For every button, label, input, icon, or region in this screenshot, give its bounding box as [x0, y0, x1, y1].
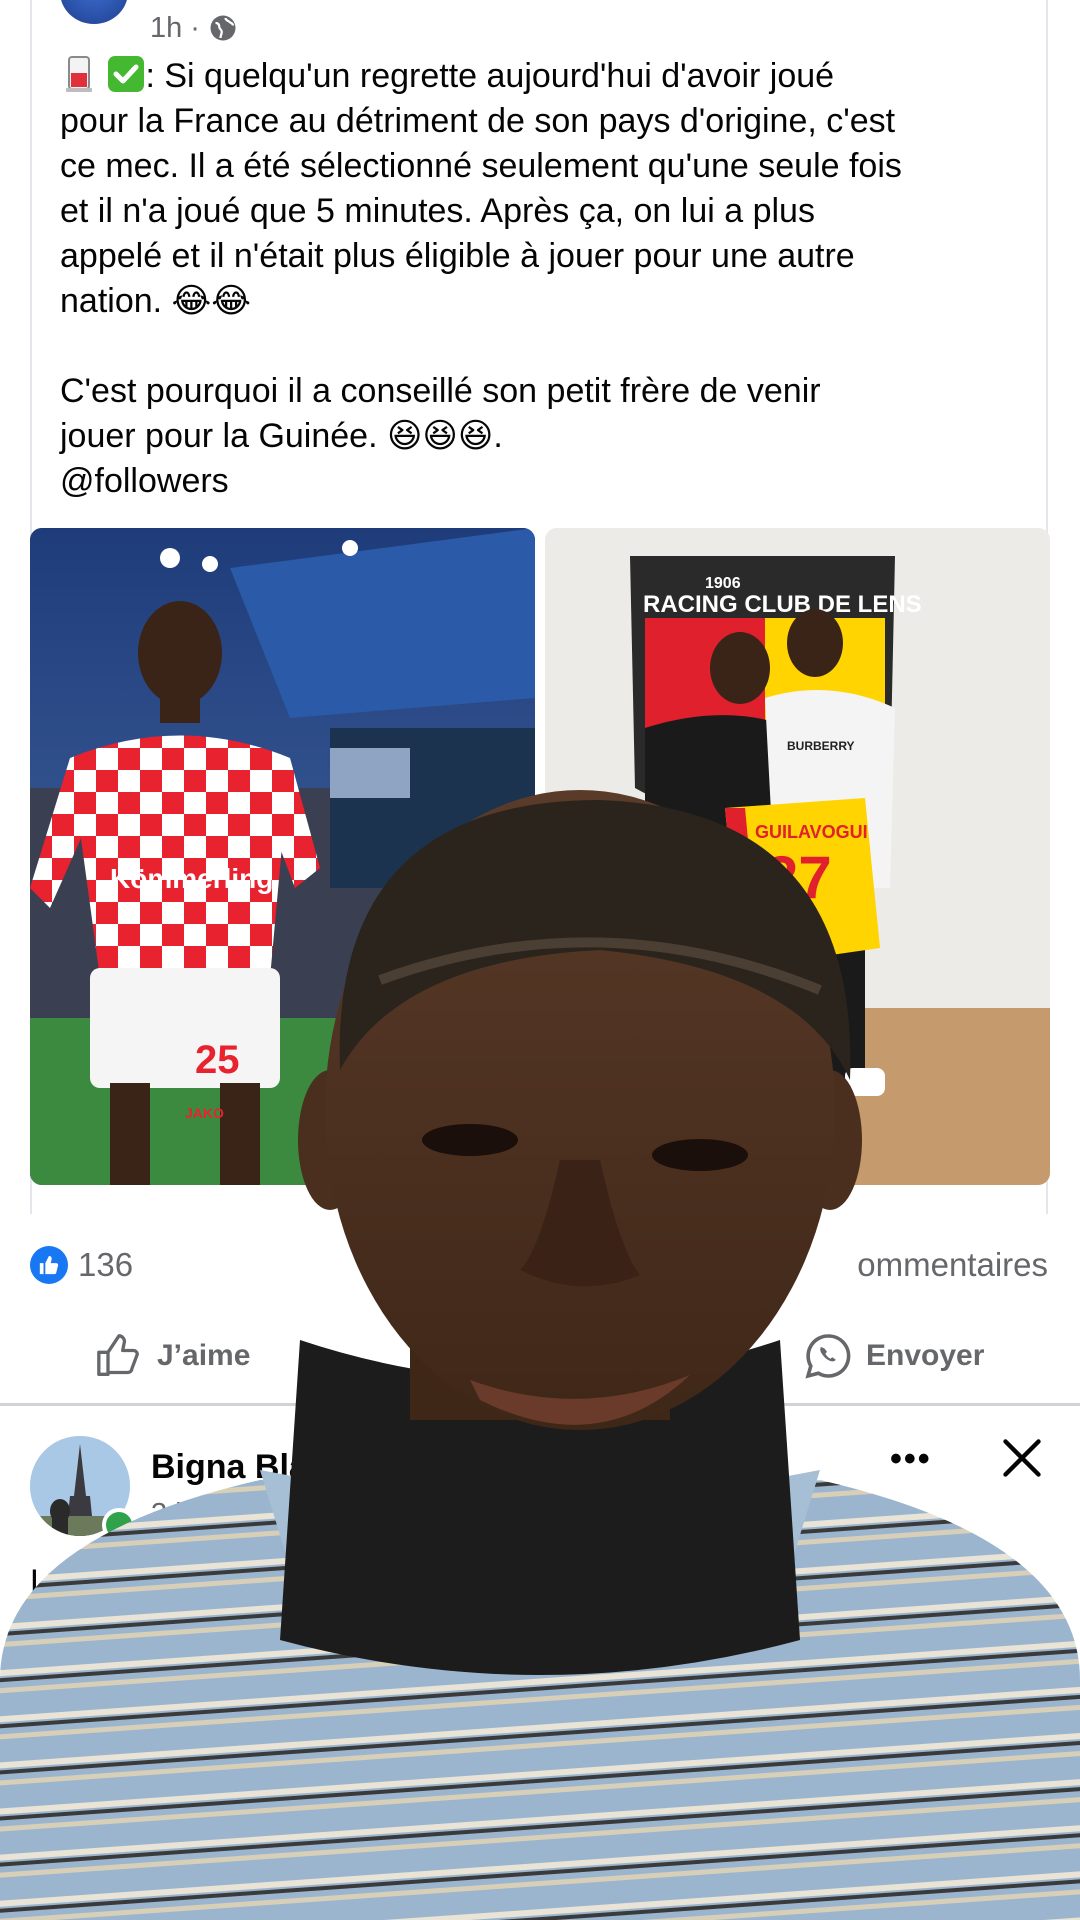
- online-status-dot: [102, 1508, 136, 1542]
- post-time[interactable]: 1h: [150, 12, 182, 45]
- check-mark-emoji-icon: [108, 56, 145, 92]
- sign-year-text: 1906: [705, 575, 741, 592]
- shirt-brand-text: BURBERRY: [787, 739, 855, 753]
- post-text-line1: : Si quelqu'un regrette aujourd'hui d'av…: [145, 57, 835, 95]
- likes-count: 136: [78, 1246, 134, 1283]
- whatsapp-icon: [805, 1334, 851, 1379]
- reactions-summary[interactable]: 136: [30, 1243, 133, 1287]
- thumbs-up-icon: [97, 1334, 139, 1376]
- post-photo-racing-club-lens[interactable]: 1906 RACING CLUB DE LENS BURBERRY GUILAV…: [545, 528, 1050, 1185]
- comments-count[interactable]: ommentaires: [857, 1243, 1048, 1287]
- send-button-label: Envoyer: [866, 1339, 985, 1372]
- globe-icon: [210, 15, 236, 41]
- post-meta: 3 h ·: [151, 1498, 247, 1531]
- like-button-label: J’aime: [157, 1339, 251, 1372]
- more-options-icon[interactable]: •••: [890, 1440, 932, 1479]
- shorts-brand-text: JAKO: [185, 1105, 224, 1121]
- sign-club-text: RACING CLUB DE LENS: [643, 591, 922, 618]
- post-photo-player-mainz[interactable]: Kömmerling 25 JAKO: [30, 528, 535, 1185]
- glass-emoji-icon: [66, 56, 92, 92]
- post-text-start: Le test là aus: [30, 1563, 233, 1601]
- shirt-sponsor-text: Kömmerling: [110, 863, 273, 894]
- post-text-fragment: niveau d'anglais: [755, 1563, 998, 1601]
- post-meta: 1h ·: [150, 8, 238, 48]
- post-text-fragment: même: [902, 1654, 991, 1690]
- post-text-body: pour la France au détriment de son pays …: [60, 102, 902, 500]
- post-time[interactable]: 3 h: [151, 1498, 191, 1531]
- send-button[interactable]: Envoyer: [804, 1334, 985, 1379]
- close-icon[interactable]: [1000, 1436, 1044, 1480]
- jersey-number-text: 27: [765, 844, 832, 911]
- shirt-number-text: 25: [195, 1038, 240, 1082]
- globe-icon: [219, 1502, 245, 1527]
- like-button[interactable]: J’aime: [95, 1334, 250, 1378]
- feed-divider: [0, 1403, 1080, 1406]
- jersey-name-text: GUILAVOGUI: [755, 822, 868, 842]
- author-name[interactable]: Bigna Blai: [151, 1448, 317, 1487]
- post-text: : Si quelqu'un regrette aujourd'hui d'av…: [60, 54, 1020, 504]
- post-text-emoji: 🤣: [30, 1608, 73, 1646]
- like-reaction-icon: [30, 1246, 68, 1284]
